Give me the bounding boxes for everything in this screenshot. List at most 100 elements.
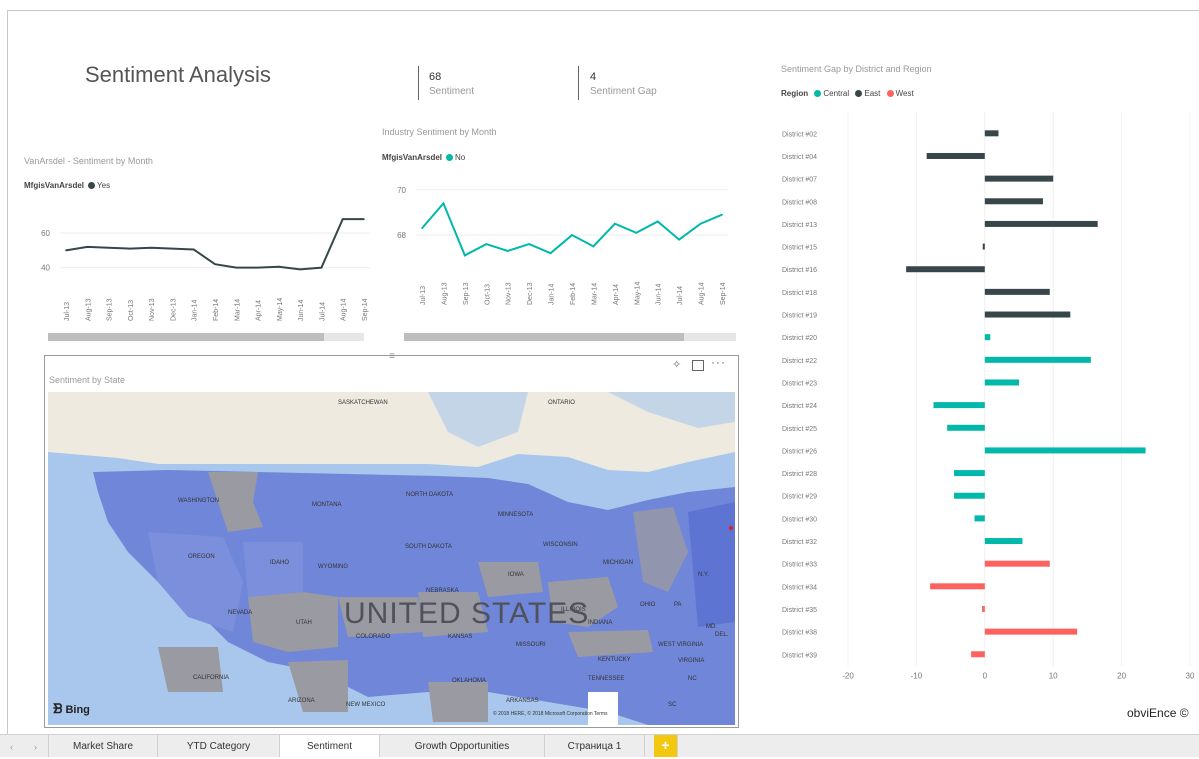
data-point [506, 250, 509, 252]
x-tick-label: 0 [983, 672, 988, 681]
data-point [214, 263, 216, 265]
gap-legend[interactable]: Region Central East West [781, 89, 914, 98]
vanarsdel-scrollbar[interactable] [48, 333, 364, 341]
data-point [442, 202, 445, 205]
map-visual[interactable]: ≡ Sentiment by State ✧ ··· SASKATCHEWAN … [44, 352, 739, 728]
legend-title: MfgisVanArsdel [24, 181, 85, 190]
map-label: NEVADA [228, 610, 253, 616]
tab-sentiment[interactable]: Sentiment [280, 735, 380, 757]
legend-item: Central [823, 89, 850, 98]
gap-chart-title: Sentiment Gap by District and Region [781, 64, 932, 74]
kpi-gap-label: Sentiment Gap [590, 86, 657, 97]
map-label: COLORADO [356, 634, 391, 640]
bar [930, 583, 985, 590]
category-label: District #23 [782, 380, 817, 387]
x-tick-label: Jul-14 [319, 302, 326, 321]
category-label: District #24 [782, 403, 817, 410]
legend-dot-icon [88, 182, 96, 189]
more-options-icon[interactable]: ··· [711, 355, 726, 369]
data-point [549, 252, 552, 254]
category-label: District #16 [782, 267, 817, 274]
legend-dot-icon [814, 90, 822, 97]
industry-legend[interactable]: MfgisVanArsdel No [382, 153, 465, 162]
map-label: SASKATCHEWAN [338, 400, 388, 406]
bar [906, 266, 985, 273]
data-point [278, 266, 280, 268]
bing-logo: ᗿ Bing [53, 701, 90, 717]
data-point [699, 222, 702, 225]
legend-item: Yes [97, 181, 111, 190]
data-point [721, 213, 723, 216]
map-label: MICHIGAN [603, 560, 633, 566]
legend-item: No [455, 153, 466, 162]
data-point [299, 268, 301, 271]
category-label: District #04 [782, 154, 817, 161]
x-tick-label: Jun-14 [656, 283, 663, 305]
data-point [320, 266, 323, 269]
tab-growth-opportunities[interactable]: Growth Opportunities [380, 735, 545, 757]
map-label: MINNESOTA [498, 512, 534, 518]
add-page-button[interactable]: + [654, 735, 678, 757]
x-tick-label: Aug-13 [441, 282, 448, 305]
vanarsdel-line-chart[interactable]: 40 60 Jul-13 Aug-13 Sep-13 Oct-13 Nov-13 Dec-13… [20, 195, 372, 325]
category-label: District #25 [782, 426, 817, 433]
scrollbar-thumb[interactable] [48, 333, 324, 341]
x-tick-label: Oct-13 [128, 300, 135, 321]
x-tick-label: May-14 [634, 282, 641, 305]
map-copyright[interactable]: © 2018 HERE, © 2018 Microsoft Corporatio… [493, 711, 608, 717]
map-label: CALIFORNIA [193, 675, 230, 681]
bar [984, 628, 1078, 635]
map-label: WISCONSIN [543, 542, 578, 548]
bar [954, 492, 985, 499]
data-point [363, 218, 365, 220]
data-point [635, 231, 638, 234]
legend-dot-icon [855, 90, 863, 97]
kpi-divider [578, 66, 579, 100]
bar [984, 288, 1050, 295]
industry-line-chart[interactable]: 68 70 Jul-13 Aug-13 Sep-13 Oct-13 Nov-13 Dec-13… [378, 165, 740, 325]
category-label: District #35 [782, 607, 817, 614]
prev-page-icon[interactable]: ‹ [10, 735, 13, 759]
pin-icon[interactable]: ✧ [672, 358, 681, 371]
x-tick-label: Jan-14 [549, 283, 556, 305]
x-tick-label: Jul-14 [677, 286, 684, 305]
gap-bar-chart[interactable]: -20 -10 0 10 20 30 District #02 District #04 Dis… [778, 112, 1199, 687]
category-label: District #39 [782, 652, 817, 659]
x-tick-label: Nov-13 [149, 298, 156, 321]
x-tick-label: Dec-13 [170, 298, 177, 321]
kpi-divider [418, 66, 419, 100]
category-label: District #20 [782, 335, 817, 342]
map-label: N.Y. [698, 572, 709, 578]
x-tick-label: Sep-13 [463, 282, 470, 305]
category-label: District #30 [782, 516, 817, 523]
scrollbar-thumb[interactable] [404, 333, 684, 341]
map-label: NEW MEXICO [346, 702, 386, 708]
map-label: ONTARIO [548, 400, 575, 406]
next-page-icon[interactable]: › [34, 735, 37, 759]
bar [984, 447, 1146, 454]
map-labels: SASKATCHEWAN ONTARIO WASHINGTON MONTANA … [48, 392, 735, 725]
x-tick-label: Jan-14 [192, 299, 199, 321]
category-label: District #19 [782, 313, 817, 320]
data-point [150, 246, 152, 249]
industry-scrollbar[interactable] [404, 333, 736, 341]
x-tick-label: 10 [1049, 672, 1058, 681]
data-point [571, 234, 573, 236]
vanarsdel-legend[interactable]: MfgisVanArsdel Yes [24, 181, 110, 190]
tab-market-share[interactable]: Market Share [48, 735, 158, 757]
map-title: Sentiment by State [49, 375, 126, 385]
x-tick-label: Nov-13 [506, 282, 513, 305]
x-tick-label: Sep-13 [107, 298, 114, 321]
kpi-sentiment-value: 68 [429, 71, 442, 83]
tab-ytd-category[interactable]: YTD Category [158, 735, 280, 757]
data-point [656, 220, 659, 223]
bar [984, 538, 1023, 545]
data-point [192, 248, 195, 251]
tab-page-1[interactable]: Страница 1 [545, 735, 645, 757]
bar [984, 560, 1050, 567]
data-point [485, 243, 488, 245]
map-label: ARIZONA [288, 698, 315, 704]
focus-mode-icon[interactable] [692, 360, 704, 371]
drag-handle-icon[interactable]: ≡ [383, 352, 401, 363]
data-point [256, 266, 259, 269]
